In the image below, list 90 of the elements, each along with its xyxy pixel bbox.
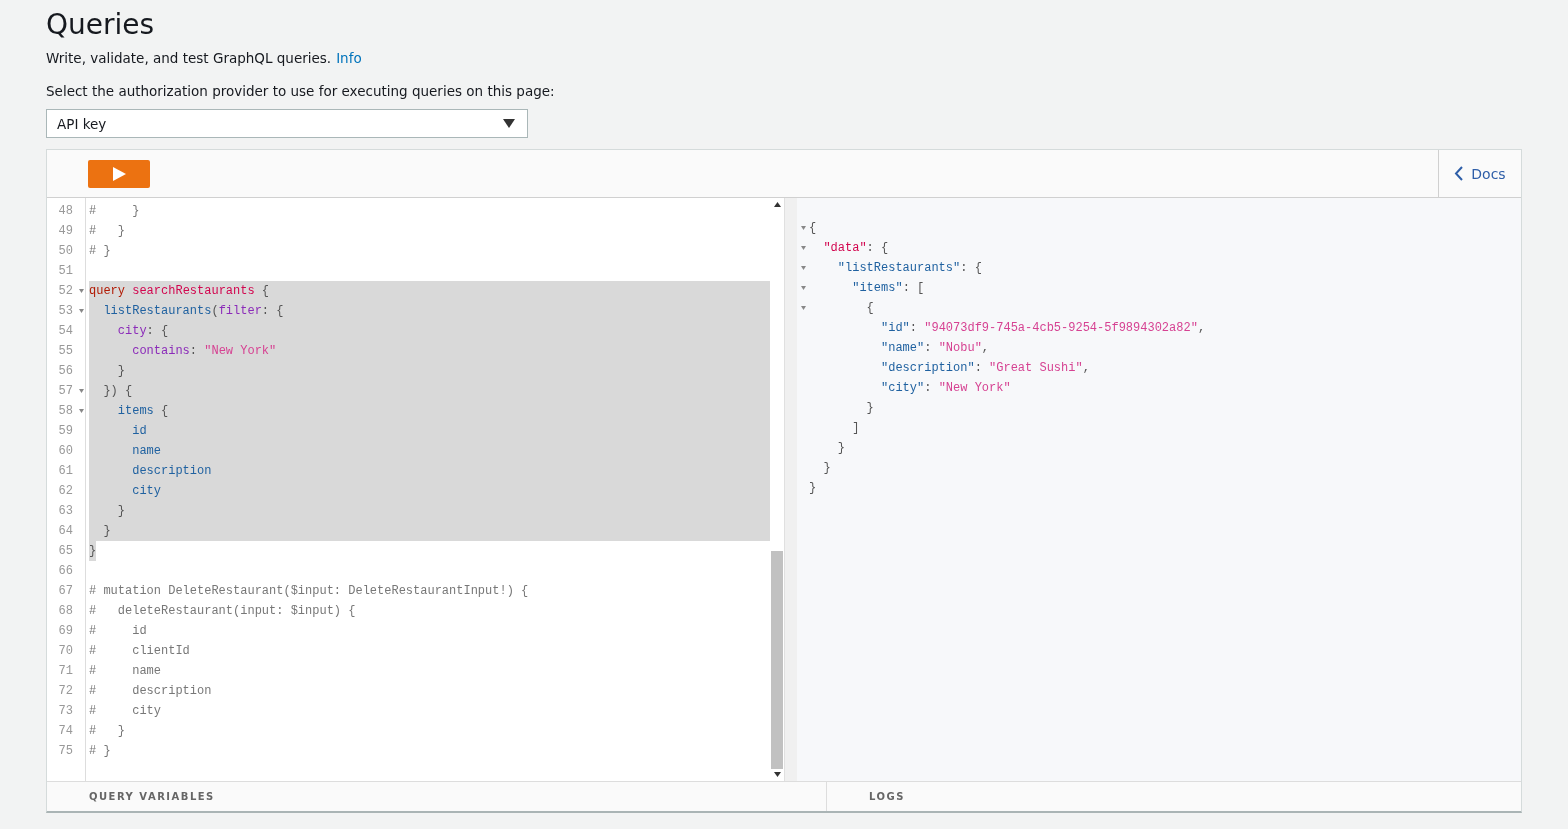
line-number: 54 <box>57 324 73 338</box>
code-line: city: { <box>116 324 169 338</box>
code-line: # } <box>89 244 111 258</box>
code-line: # id <box>89 624 147 638</box>
code-line: # clientId <box>89 644 190 658</box>
fold-arrow-icon <box>78 309 84 313</box>
page-title: Queries <box>46 8 156 42</box>
result-line: { <box>809 221 817 235</box>
code-line: # mutation DeleteRestaurant($input: DeleteRestaurantInput!) { <box>89 584 529 598</box>
code-line: query searchRestaurants { <box>89 284 270 298</box>
code-line: name <box>131 444 161 458</box>
line-number: 75 <box>57 744 73 758</box>
line-number: 69 <box>57 624 73 638</box>
line-number: 72 <box>57 684 73 698</box>
result-line: ] <box>851 421 860 435</box>
fold-arrow-icon <box>800 226 806 230</box>
info-link[interactable]: Info <box>336 50 362 66</box>
result-line: "listRestaurants": { <box>836 261 982 275</box>
line-number: 53 <box>57 304 73 318</box>
code-line: # } <box>89 224 125 238</box>
code-line: # } <box>89 724 125 738</box>
fold-arrow-icon <box>800 246 806 250</box>
line-number: 74 <box>57 724 73 738</box>
result-line: } <box>822 461 831 475</box>
line-number: 65 <box>57 544 73 558</box>
fold-arrow-icon <box>78 389 84 393</box>
line-number: 58 <box>57 404 73 418</box>
code-line: # name <box>89 664 161 678</box>
code-line: } <box>102 524 111 538</box>
fold-arrow-icon <box>78 409 84 413</box>
code-line: id <box>131 424 147 438</box>
line-number: 73 <box>57 704 73 718</box>
code-line: # } <box>89 204 140 218</box>
result-line: "id": "94073df9-745a-4cb5-9254-5f9894302a82", <box>880 321 1206 335</box>
auth-label: Select the authorization provider to use for executing queries on this page: <box>46 83 556 99</box>
line-number: 64 <box>57 524 73 538</box>
line-number: 49 <box>57 224 73 238</box>
fold-arrow-icon <box>800 286 806 290</box>
line-number: 71 <box>57 664 73 678</box>
caret-icon <box>503 119 515 128</box>
result-line: } <box>809 481 817 495</box>
code-line: } <box>116 364 125 378</box>
line-number: 68 <box>57 604 73 618</box>
query-variables-tab[interactable]: QUERY VARIABLES <box>89 791 215 802</box>
code-line: } <box>116 504 125 518</box>
code-line: # description <box>89 684 212 698</box>
line-number: 52 <box>57 284 73 298</box>
scrollbar-thumb[interactable] <box>771 551 783 769</box>
result-line: "description": "Great Sushi", <box>880 361 1090 375</box>
fold-arrow-icon <box>78 289 84 293</box>
line-number: 55 <box>57 344 73 358</box>
line-number: 63 <box>57 504 73 518</box>
play-icon <box>112 166 126 181</box>
code-line: items { <box>116 404 169 418</box>
result-line: { <box>865 301 874 315</box>
code-line: city <box>131 484 161 498</box>
line-number: 61 <box>57 464 73 478</box>
logs-tab[interactable]: LOGS <box>869 791 905 802</box>
result-line: } <box>865 401 874 415</box>
scroll-up-icon[interactable] <box>773 202 781 207</box>
line-number: 51 <box>57 264 73 278</box>
line-number: 50 <box>57 244 73 258</box>
line-number: 59 <box>57 424 73 438</box>
result-line: } <box>836 441 845 455</box>
line-number: 48 <box>57 204 73 218</box>
auth-dropdown[interactable]: API key <box>46 109 528 138</box>
line-number: 57 <box>57 384 73 398</box>
code-line: # deleteRestaurant(input: $input) { <box>89 604 356 618</box>
line-number: 60 <box>57 444 73 458</box>
code-line: listRestaurants(filter: { <box>102 304 284 318</box>
line-number: 70 <box>57 644 73 658</box>
code-line: }) { <box>102 384 133 398</box>
result-line: "data": { <box>822 241 889 255</box>
page-description: Write, validate, and test GraphQL queries. <box>46 50 332 66</box>
line-number: 62 <box>57 484 73 498</box>
code-line: contains: "New York" <box>131 344 277 358</box>
line-number: 67 <box>57 584 73 598</box>
run-button[interactable] <box>88 159 150 188</box>
code-line: # } <box>89 744 111 758</box>
fold-arrow-icon <box>800 306 806 310</box>
result-line: "city": "New York" <box>880 381 1011 395</box>
code-line: description <box>131 464 212 478</box>
result-line: "name": "Nobu", <box>880 341 990 355</box>
result-line: "items": [ <box>851 281 925 295</box>
line-number: 66 <box>57 564 73 578</box>
scroll-down-icon[interactable] <box>773 772 781 777</box>
line-number: 56 <box>57 364 73 378</box>
code-line: # city <box>89 704 161 718</box>
chevron-left-icon <box>1454 166 1464 181</box>
fold-arrow-icon <box>800 266 806 270</box>
